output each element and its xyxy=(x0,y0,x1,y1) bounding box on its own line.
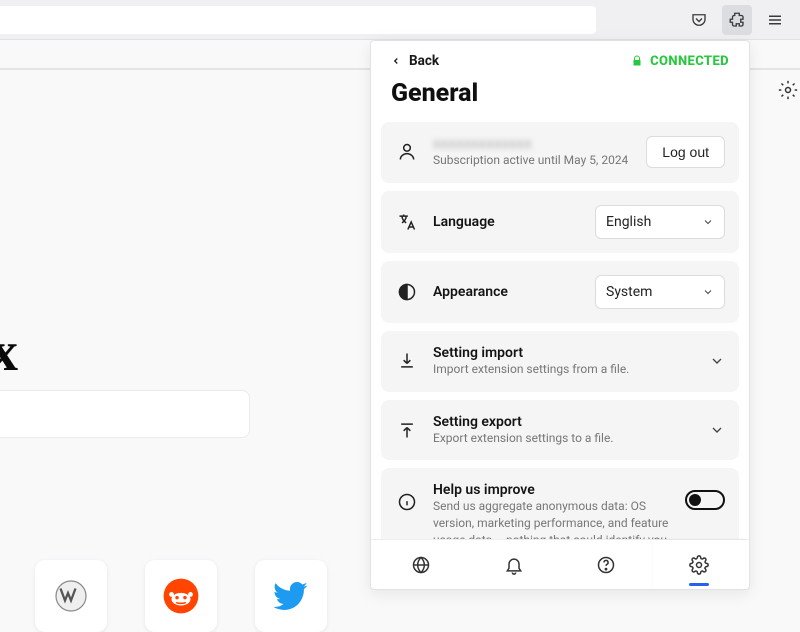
language-label: Language xyxy=(433,214,581,230)
back-button[interactable]: Back xyxy=(391,53,439,69)
footer-nav-notifications[interactable] xyxy=(468,540,561,589)
help-improve-toggle[interactable] xyxy=(685,490,725,510)
download-icon xyxy=(395,349,419,373)
wikipedia-icon xyxy=(53,578,89,614)
shortcut-twitter[interactable] xyxy=(255,560,327,632)
setting-export-title: Setting export xyxy=(433,414,695,430)
translate-icon xyxy=(395,210,419,234)
chevron-left-icon xyxy=(391,56,401,66)
appearance-icon xyxy=(395,280,419,304)
subscription-status-text: Subscription active until May 5, 2024 xyxy=(433,152,632,169)
help-improve-sub: Send us aggregate anonymous data: OS ver… xyxy=(433,498,671,539)
setting-export-row[interactable]: Setting export Export extension settings… xyxy=(381,400,739,461)
appearance-row: Appearance System xyxy=(381,261,739,323)
bell-icon xyxy=(504,555,524,575)
setting-export-sub: Export extension settings to a file. xyxy=(433,430,695,447)
account-card: xxxxxxxxxxxxx Subscription active until … xyxy=(381,122,739,183)
appearance-label: Appearance xyxy=(433,284,581,300)
hamburger-menu-icon[interactable] xyxy=(760,5,790,35)
chevron-down-icon xyxy=(702,216,714,228)
url-bar[interactable] xyxy=(0,6,596,34)
appearance-select[interactable]: System xyxy=(595,275,725,309)
pocket-icon[interactable] xyxy=(684,5,714,35)
footer-nav-help[interactable] xyxy=(560,540,653,589)
help-icon xyxy=(596,555,616,575)
panel-footer-nav xyxy=(371,539,749,589)
language-value: English xyxy=(606,214,651,230)
lock-icon xyxy=(631,55,643,67)
chevron-down-icon xyxy=(702,286,714,298)
help-improve-title: Help us improve xyxy=(433,482,671,498)
shortcut-wikipedia[interactable] xyxy=(35,560,107,632)
user-icon xyxy=(395,140,419,164)
upload-icon xyxy=(395,418,419,442)
page-title-fragment: x xyxy=(0,320,18,384)
browser-toolbar xyxy=(0,0,800,40)
footer-nav-settings[interactable] xyxy=(653,540,746,589)
settings-overlay-icon[interactable] xyxy=(778,80,798,100)
gear-icon xyxy=(689,555,709,575)
chevron-down-icon xyxy=(709,353,725,369)
page-search-input[interactable] xyxy=(0,390,250,438)
help-improve-row: Help us improve Send us aggregate anonym… xyxy=(381,468,739,539)
extension-panel: Back CONNECTED General xxxxxxxxxxxxx Sub… xyxy=(370,40,750,590)
setting-import-row[interactable]: Setting import Import extension settings… xyxy=(381,331,739,392)
twitter-icon xyxy=(273,578,309,614)
back-label: Back xyxy=(409,53,439,69)
info-icon xyxy=(395,490,419,514)
setting-import-sub: Import extension settings from a file. xyxy=(433,361,695,378)
status-label: CONNECTED xyxy=(650,54,729,69)
footer-nav-globe[interactable] xyxy=(375,540,468,589)
shortcut-reddit[interactable] xyxy=(145,560,217,632)
language-select[interactable]: English xyxy=(595,205,725,239)
extensions-icon[interactable] xyxy=(722,5,752,35)
logout-button[interactable]: Log out xyxy=(646,136,725,168)
language-row: Language English xyxy=(381,191,739,253)
chevron-down-icon xyxy=(709,422,725,438)
globe-icon xyxy=(411,555,431,575)
page-title: General xyxy=(371,79,749,122)
setting-import-title: Setting import xyxy=(433,345,695,361)
connection-status: CONNECTED xyxy=(631,54,729,69)
appearance-value: System xyxy=(606,284,652,300)
reddit-icon xyxy=(162,577,200,615)
account-email-masked: xxxxxxxxxxxxx xyxy=(433,136,632,152)
